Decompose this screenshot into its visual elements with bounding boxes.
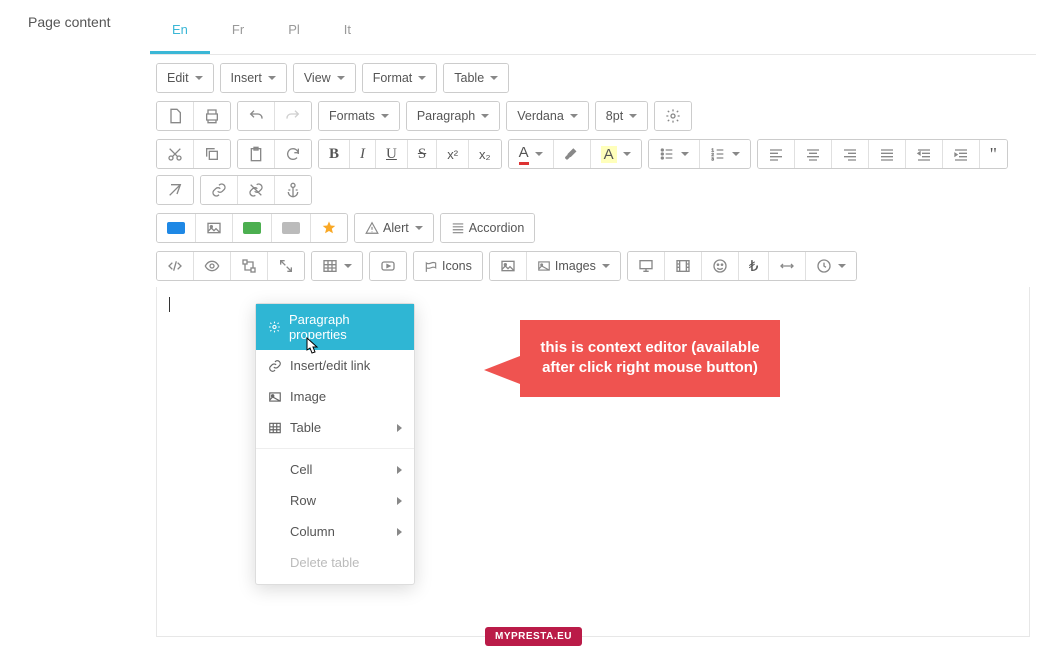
ctx-image[interactable]: Image <box>256 381 414 412</box>
transform-button[interactable] <box>231 252 268 280</box>
new-document-button[interactable] <box>157 102 194 130</box>
ctx-paragraph-properties[interactable]: Paragraph properties <box>256 304 414 350</box>
refresh-button[interactable] <box>275 140 311 168</box>
bullet-list-button[interactable] <box>649 140 700 168</box>
copy-button[interactable] <box>194 140 230 168</box>
annotation-callout: this is context editor (available after … <box>520 320 780 397</box>
strikethrough-button[interactable]: S <box>408 140 437 168</box>
ctx-delete-table: Delete table <box>256 547 414 578</box>
settings-button[interactable] <box>655 102 691 130</box>
tab-en[interactable]: En <box>150 8 210 54</box>
watermark-badge: MYPRESTA.EU <box>485 627 582 646</box>
redo-button[interactable] <box>275 102 311 130</box>
subscript-button[interactable]: x₂ <box>469 140 501 168</box>
images-dropdown[interactable]: Images <box>527 252 620 280</box>
menu-insert[interactable]: Insert <box>221 64 286 92</box>
tab-fr[interactable]: Fr <box>210 8 266 54</box>
link-button[interactable] <box>201 176 238 204</box>
toolbar-row-5: Icons Images ₺ <box>150 243 1036 281</box>
ctx-row[interactable]: Row <box>256 485 414 516</box>
align-right-button[interactable] <box>832 140 869 168</box>
cut-button[interactable] <box>157 140 194 168</box>
btn-widget-button[interactable] <box>157 214 196 242</box>
tab-it[interactable]: It <box>322 8 373 54</box>
italic-button[interactable]: I <box>350 140 376 168</box>
insert-image-button[interactable] <box>490 252 527 280</box>
context-menu: Paragraph properties Insert/edit link Im… <box>255 303 415 585</box>
toolbar-row-3: B I U S x² x₂ A A 123 <box>150 131 1036 205</box>
table-insert-button[interactable] <box>312 252 362 280</box>
film-button[interactable] <box>665 252 702 280</box>
preview-button[interactable] <box>194 252 231 280</box>
indent-button[interactable] <box>943 140 980 168</box>
toolbar-row-2: Formats Paragraph Verdana 8pt <box>150 93 1036 131</box>
icons-button[interactable]: Icons <box>414 252 482 280</box>
ctx-table[interactable]: Table <box>256 412 414 443</box>
paste-button[interactable] <box>238 140 275 168</box>
tab-pl[interactable]: Pl <box>266 8 322 54</box>
menubar: Edit Insert View Format Table <box>150 55 1036 93</box>
paragraph-select[interactable]: Paragraph <box>407 102 499 130</box>
outdent-button[interactable] <box>906 140 943 168</box>
clear-format-button[interactable] <box>157 176 193 204</box>
cursor-pointer-icon <box>300 336 320 360</box>
field-label: Page content <box>10 8 150 637</box>
unlink-button[interactable] <box>238 176 275 204</box>
currency-button[interactable]: ₺ <box>739 252 770 280</box>
text-color-button[interactable]: A <box>509 140 554 168</box>
menu-view[interactable]: View <box>294 64 355 92</box>
underline-button[interactable]: U <box>376 140 408 168</box>
print-button[interactable] <box>194 102 230 130</box>
emoji-button[interactable] <box>702 252 739 280</box>
align-center-button[interactable] <box>795 140 832 168</box>
accordion-button[interactable]: Accordion <box>441 214 535 242</box>
monitor-button[interactable] <box>628 252 665 280</box>
align-justify-button[interactable] <box>869 140 906 168</box>
undo-button[interactable] <box>238 102 275 130</box>
label-green-button[interactable] <box>233 214 272 242</box>
ctx-column[interactable]: Column <box>256 516 414 547</box>
code-button[interactable] <box>157 252 194 280</box>
formats-select[interactable]: Formats <box>319 102 399 130</box>
font-size-select[interactable]: 8pt <box>596 102 647 130</box>
hr-button[interactable] <box>769 252 806 280</box>
anchor-button[interactable] <box>275 176 311 204</box>
blockquote-button[interactable]: " <box>980 140 1007 168</box>
menu-edit[interactable]: Edit <box>157 64 213 92</box>
bold-button[interactable]: B <box>319 140 350 168</box>
brush-button[interactable] <box>554 140 591 168</box>
ctx-cell[interactable]: Cell <box>256 454 414 485</box>
language-tabs: En Fr Pl It <box>150 8 1036 55</box>
svg-text:3: 3 <box>711 157 714 162</box>
highlight-button[interactable]: A <box>591 140 641 168</box>
number-list-button[interactable]: 123 <box>700 140 750 168</box>
ctx-insert-link[interactable]: Insert/edit link <box>256 350 414 381</box>
font-select[interactable]: Verdana <box>507 102 588 130</box>
align-left-button[interactable] <box>758 140 795 168</box>
star-button[interactable] <box>311 214 347 242</box>
superscript-button[interactable]: x² <box>437 140 469 168</box>
fullscreen-button[interactable] <box>268 252 304 280</box>
menu-table[interactable]: Table <box>444 64 508 92</box>
text-cursor <box>169 297 170 312</box>
clock-button[interactable] <box>806 252 856 280</box>
youtube-button[interactable] <box>370 252 406 280</box>
image-widget-button[interactable] <box>196 214 233 242</box>
menu-format[interactable]: Format <box>363 64 437 92</box>
alert-button[interactable]: Alert <box>355 214 433 242</box>
toolbar-row-4: Alert Accordion <box>150 205 1036 243</box>
label-grey-button[interactable] <box>272 214 311 242</box>
